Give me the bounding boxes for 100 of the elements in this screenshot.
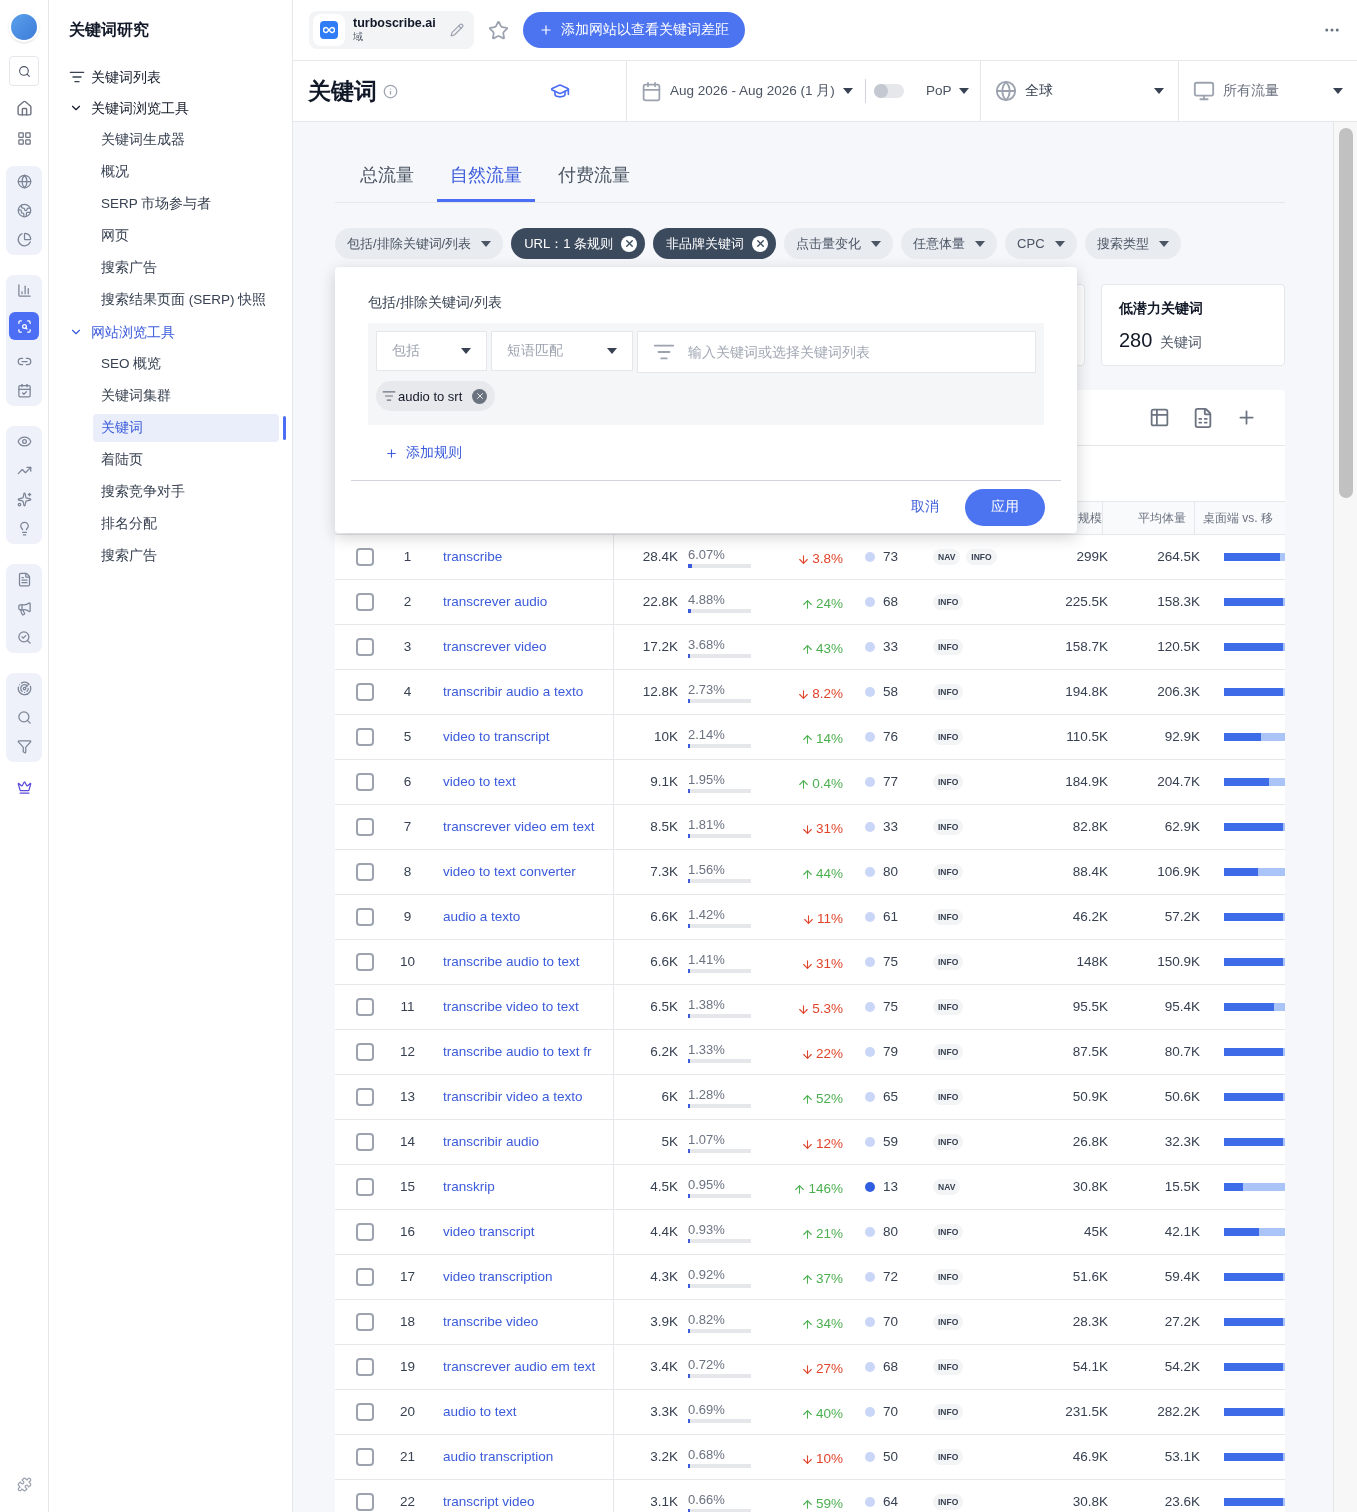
- row-checkbox[interactable]: [355, 1448, 374, 1466]
- keyword-link[interactable]: transcrever video em text: [443, 816, 595, 838]
- keyword-search-icon[interactable]: [9, 312, 39, 340]
- add-rule-link[interactable]: 添加规则: [385, 443, 462, 464]
- row-checkbox[interactable]: [355, 1493, 374, 1511]
- home-icon[interactable]: [15, 100, 33, 117]
- keyword-link[interactable]: video to text converter: [443, 861, 576, 883]
- sidebar-item[interactable]: 着陆页: [93, 446, 279, 474]
- tool-icon[interactable]: [16, 232, 32, 247]
- date-range-picker[interactable]: Aug 2026 - Aug 2026 (1 月): [641, 80, 853, 102]
- keyword-link[interactable]: video transcript: [443, 1221, 535, 1243]
- row-checkbox[interactable]: [355, 1268, 374, 1286]
- filter-dropdown[interactable]: CPC: [1005, 228, 1077, 259]
- tool-icon[interactable]: [16, 630, 32, 645]
- sidebar-group[interactable]: 关键词浏览工具: [69, 92, 286, 124]
- keyword-link[interactable]: transkrip: [443, 1176, 495, 1198]
- row-checkbox[interactable]: [355, 818, 374, 836]
- keyword-link[interactable]: transcribir audio: [443, 1131, 540, 1153]
- row-checkbox[interactable]: [355, 1223, 374, 1241]
- traffic-tab[interactable]: 自然流量: [437, 162, 535, 202]
- keyword-link[interactable]: video to text: [443, 771, 516, 793]
- sidebar-item[interactable]: 网页: [93, 222, 279, 250]
- sidebar-item[interactable]: 概况: [93, 158, 279, 186]
- columns-icon[interactable]: [1149, 407, 1170, 428]
- star-icon[interactable]: [487, 19, 509, 41]
- row-checkbox[interactable]: [355, 728, 374, 746]
- keyword-chip[interactable]: audio to srt: [376, 381, 496, 412]
- sidebar-item[interactable]: 搜索竞争对手: [93, 478, 279, 506]
- filter-chip[interactable]: 非品牌关键词: [653, 228, 777, 259]
- tool-icon[interactable]: [16, 601, 32, 616]
- traffic-tab[interactable]: 付费流量: [545, 162, 643, 202]
- compare-dropdown[interactable]: PoP: [925, 80, 970, 102]
- row-checkbox[interactable]: [355, 1178, 374, 1196]
- keyword-link[interactable]: transcrever audio: [443, 591, 548, 613]
- column-header[interactable]: 规模: [1078, 509, 1102, 527]
- keyword-link[interactable]: transcrever audio em text: [443, 1356, 596, 1378]
- tool-icon[interactable]: [16, 174, 32, 189]
- remove-icon[interactable]: [472, 388, 488, 404]
- sidebar-item[interactable]: 搜索广告: [93, 254, 279, 282]
- tool-icon[interactable]: [16, 572, 32, 587]
- filter-dropdown[interactable]: 点击量变化: [784, 228, 894, 259]
- tool-icon[interactable]: [16, 710, 32, 725]
- keyword-link[interactable]: audio transcription: [443, 1446, 554, 1468]
- search-button[interactable]: [9, 56, 39, 86]
- tool-icon[interactable]: [16, 739, 32, 754]
- filter-dropdown[interactable]: 任意体量: [901, 228, 998, 259]
- keyword-link[interactable]: transcribe video: [443, 1311, 539, 1333]
- tool-icon[interactable]: [16, 383, 32, 398]
- edit-icon[interactable]: [449, 23, 464, 37]
- scrollbar[interactable]: [1333, 122, 1357, 1512]
- sidebar-item[interactable]: 关键词列表: [69, 62, 286, 92]
- filter-chip[interactable]: URL：1 条规则: [511, 228, 646, 259]
- row-checkbox[interactable]: [355, 1133, 374, 1151]
- tool-icon[interactable]: [16, 434, 32, 449]
- grid-icon[interactable]: [16, 131, 32, 146]
- keyword-link[interactable]: transcribe video to text: [443, 996, 579, 1018]
- sidebar-item[interactable]: 关键词集群: [93, 382, 279, 410]
- keyword-link[interactable]: transcribir audio a texto: [443, 681, 584, 703]
- remove-icon[interactable]: [752, 235, 769, 252]
- row-checkbox[interactable]: [355, 638, 374, 656]
- row-checkbox[interactable]: [355, 548, 374, 566]
- compare-toggle[interactable]: [873, 84, 904, 98]
- tool-icon[interactable]: [16, 492, 32, 507]
- sidebar-item[interactable]: 搜索广告: [93, 542, 279, 570]
- row-checkbox[interactable]: [355, 773, 374, 791]
- info-icon[interactable]: [383, 83, 398, 99]
- traffic-tab[interactable]: 总流量: [347, 162, 427, 202]
- puzzle-icon[interactable]: [16, 1477, 32, 1492]
- row-checkbox[interactable]: [355, 863, 374, 881]
- keyword-link[interactable]: transcribe audio to text fr: [443, 1041, 592, 1063]
- tool-icon[interactable]: [16, 203, 32, 218]
- add-site-button[interactable]: 添加网站以查看关键词差距: [522, 12, 745, 48]
- keyword-link[interactable]: transcribe audio to text: [443, 951, 580, 973]
- row-checkbox[interactable]: [355, 593, 374, 611]
- keyword-link[interactable]: video transcription: [443, 1266, 553, 1288]
- crown-icon[interactable]: [16, 780, 32, 795]
- sidebar-item[interactable]: 关键词: [93, 414, 279, 442]
- cancel-button[interactable]: 取消: [911, 496, 939, 518]
- domain-chip[interactable]: turboscribe.ai 域: [309, 11, 474, 49]
- graduation-cap-icon[interactable]: [550, 81, 570, 101]
- sidebar-item[interactable]: 排名分配: [93, 510, 279, 538]
- sidebar-item[interactable]: SEO 概览: [93, 350, 279, 378]
- row-checkbox[interactable]: [355, 953, 374, 971]
- row-checkbox[interactable]: [355, 683, 374, 701]
- filter-dropdown[interactable]: 包括/排除关键词/列表: [335, 228, 504, 259]
- keyword-link[interactable]: transcript video: [443, 1491, 535, 1512]
- sidebar-item[interactable]: 搜索结果页面 (SERP) 快照: [93, 286, 279, 314]
- sidebar-item[interactable]: SERP 市场参与者: [93, 190, 279, 218]
- row-checkbox[interactable]: [355, 998, 374, 1016]
- row-checkbox[interactable]: [355, 908, 374, 926]
- row-checkbox[interactable]: [355, 1358, 374, 1376]
- tool-icon[interactable]: [16, 283, 32, 298]
- row-checkbox[interactable]: [355, 1088, 374, 1106]
- keyword-link[interactable]: transcribir video a texto: [443, 1086, 583, 1108]
- traffic-dropdown[interactable]: 所有流量: [1178, 61, 1357, 121]
- remove-icon[interactable]: [621, 235, 638, 252]
- keyword-link[interactable]: video to transcript: [443, 726, 550, 748]
- keyword-input[interactable]: 输入关键词或选择关键词列表: [637, 331, 1036, 374]
- row-checkbox[interactable]: [355, 1313, 374, 1331]
- column-header[interactable]: 桌面端 vs. 移: [1203, 511, 1273, 525]
